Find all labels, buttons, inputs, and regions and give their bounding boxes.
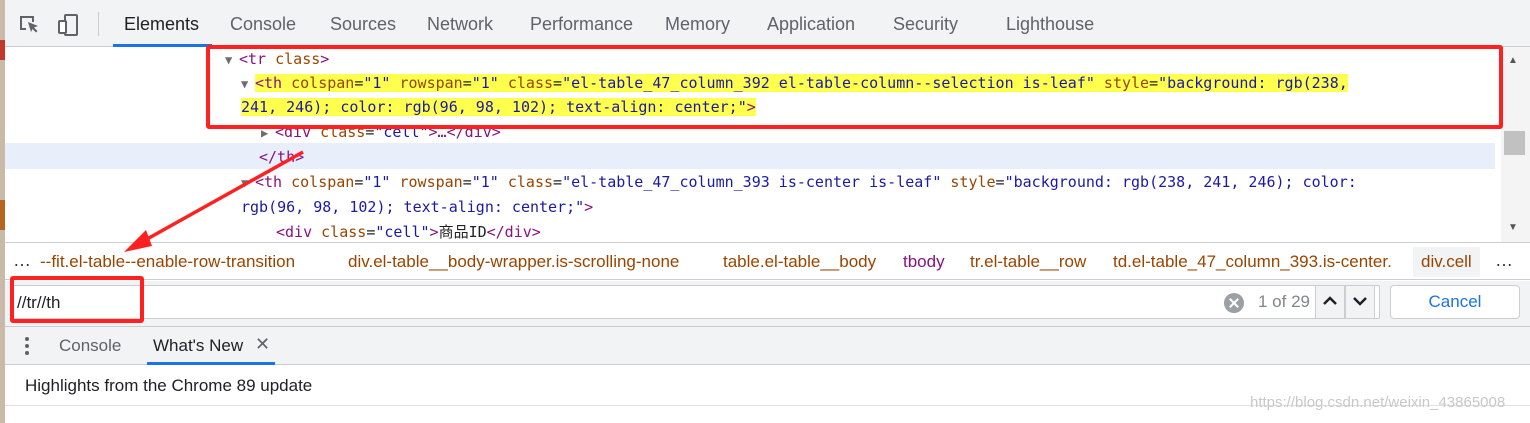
devtools-toolbar: Elements Console Sources Network Perform… [5,0,1530,47]
drawer-tabbar: Console What's New ✕ [5,327,1530,365]
tab-security[interactable]: Security [893,14,958,35]
breadcrumb-item[interactable]: tbody [903,252,945,272]
device-toolbar-icon[interactable] [57,13,81,37]
tab-lighthouse[interactable]: Lighthouse [1006,14,1094,35]
tree-node-th-2-wrap: rgb(96, 98, 102); text-align: center;"> [241,198,594,216]
tab-console[interactable]: Console [230,14,296,35]
breadcrumb-item[interactable]: td.el-table_47_column_393.is-center. [1113,252,1392,272]
tab-network[interactable]: Network [427,14,493,35]
watermark: https://blog.csdn.net/weixin_43865008 [1250,394,1506,411]
chevron-down-icon [1353,297,1367,306]
whats-new-heading: Highlights from the Chrome 89 update [25,376,313,395]
annotation-search-box [10,276,144,323]
next-match-button[interactable] [1345,285,1375,319]
previous-match-button[interactable] [1315,285,1345,319]
clear-search-icon[interactable] [1224,293,1244,313]
hovered-row [5,143,1495,169]
scroll-up-icon[interactable]: ▲ [1508,55,1518,66]
search-bar: 1 of 29 Cancel [5,281,1530,327]
drawer-tab-whats-new[interactable]: What's New [153,336,243,356]
breadcrumb: … --fit.el-table--enable-row-transition … [5,242,1530,280]
breadcrumb-item[interactable]: div.el-table__body-wrapper.is-scrolling-… [348,252,679,272]
cancel-button[interactable]: Cancel [1390,285,1520,319]
tab-application[interactable]: Application [767,14,855,35]
breadcrumb-overflow-right[interactable]: … [1495,250,1513,271]
breadcrumb-item[interactable]: tr.el-table__row [970,252,1086,272]
tree-node-th-2[interactable]: ▼ <th colspan="1" rowspan="1" class="el-t… [241,170,1357,194]
search-input[interactable] [17,291,1197,315]
match-count: 1 of 29 [1258,292,1310,311]
drawer-menu-icon[interactable] [25,337,29,355]
breadcrumb-overflow-left[interactable]: … [13,250,31,271]
breadcrumb-item[interactable]: --fit.el-table--enable-row-transition [40,252,295,272]
breadcrumb-item-selected[interactable]: div.cell [1413,247,1480,277]
tab-memory[interactable]: Memory [665,14,730,35]
tab-performance[interactable]: Performance [530,14,633,35]
search-box: 1 of 29 [10,285,1380,319]
drawer-tab-console[interactable]: Console [59,336,121,356]
tree-node-div-cell-2[interactable]: <div class="cell">商品ID</div> [276,220,541,242]
toolbar-separator [98,12,99,36]
expand-triangle-icon[interactable]: ▼ [241,171,255,195]
scrollbar-thumb[interactable] [1504,131,1525,155]
inspect-element-icon[interactable] [17,13,41,37]
tab-elements[interactable]: Elements [124,14,199,35]
scroll-down-icon[interactable]: ▼ [1508,222,1518,233]
chevron-up-icon [1323,296,1337,305]
breadcrumb-item[interactable]: table.el-table__body [723,252,876,272]
tab-sources[interactable]: Sources [330,14,396,35]
tree-node-th-close[interactable]: </th> [259,145,304,169]
close-tab-icon[interactable]: ✕ [255,334,270,355]
annotation-highlight-box [206,45,1503,129]
